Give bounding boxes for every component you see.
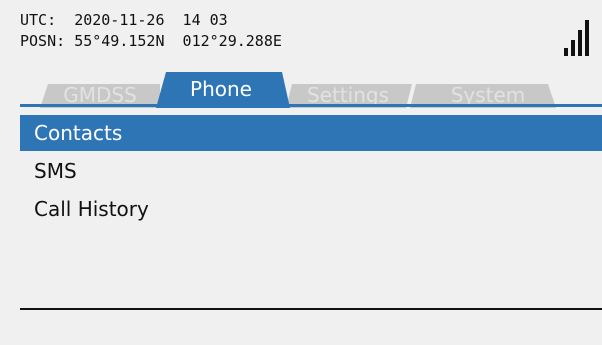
- utc-row: UTC: 2020-11-26 14 03: [20, 10, 282, 31]
- tab-phone-label: Phone: [190, 77, 252, 101]
- signal-strength-icon: [564, 20, 589, 56]
- tab-phone[interactable]: Phone: [156, 72, 290, 108]
- utc-value: 2020-11-26 14 03: [74, 11, 228, 29]
- status-header: UTC: 2020-11-26 14 03 POSN: 55°49.152N 0…: [20, 10, 282, 52]
- position-label: POSN:: [20, 32, 66, 50]
- phone-menu-list: Contacts SMS Call History: [20, 115, 602, 229]
- menu-item-contacts[interactable]: Contacts: [20, 115, 602, 151]
- utc-label: UTC:: [20, 11, 57, 29]
- menu-item-call-history[interactable]: Call History: [20, 191, 602, 227]
- menu-item-sms[interactable]: SMS: [20, 153, 602, 189]
- position-row: POSN: 55°49.152N 012°29.288E: [20, 31, 282, 52]
- tab-underline: [20, 104, 602, 107]
- position-value: 55°49.152N 012°29.288E: [74, 32, 282, 50]
- bottom-divider: [20, 308, 602, 310]
